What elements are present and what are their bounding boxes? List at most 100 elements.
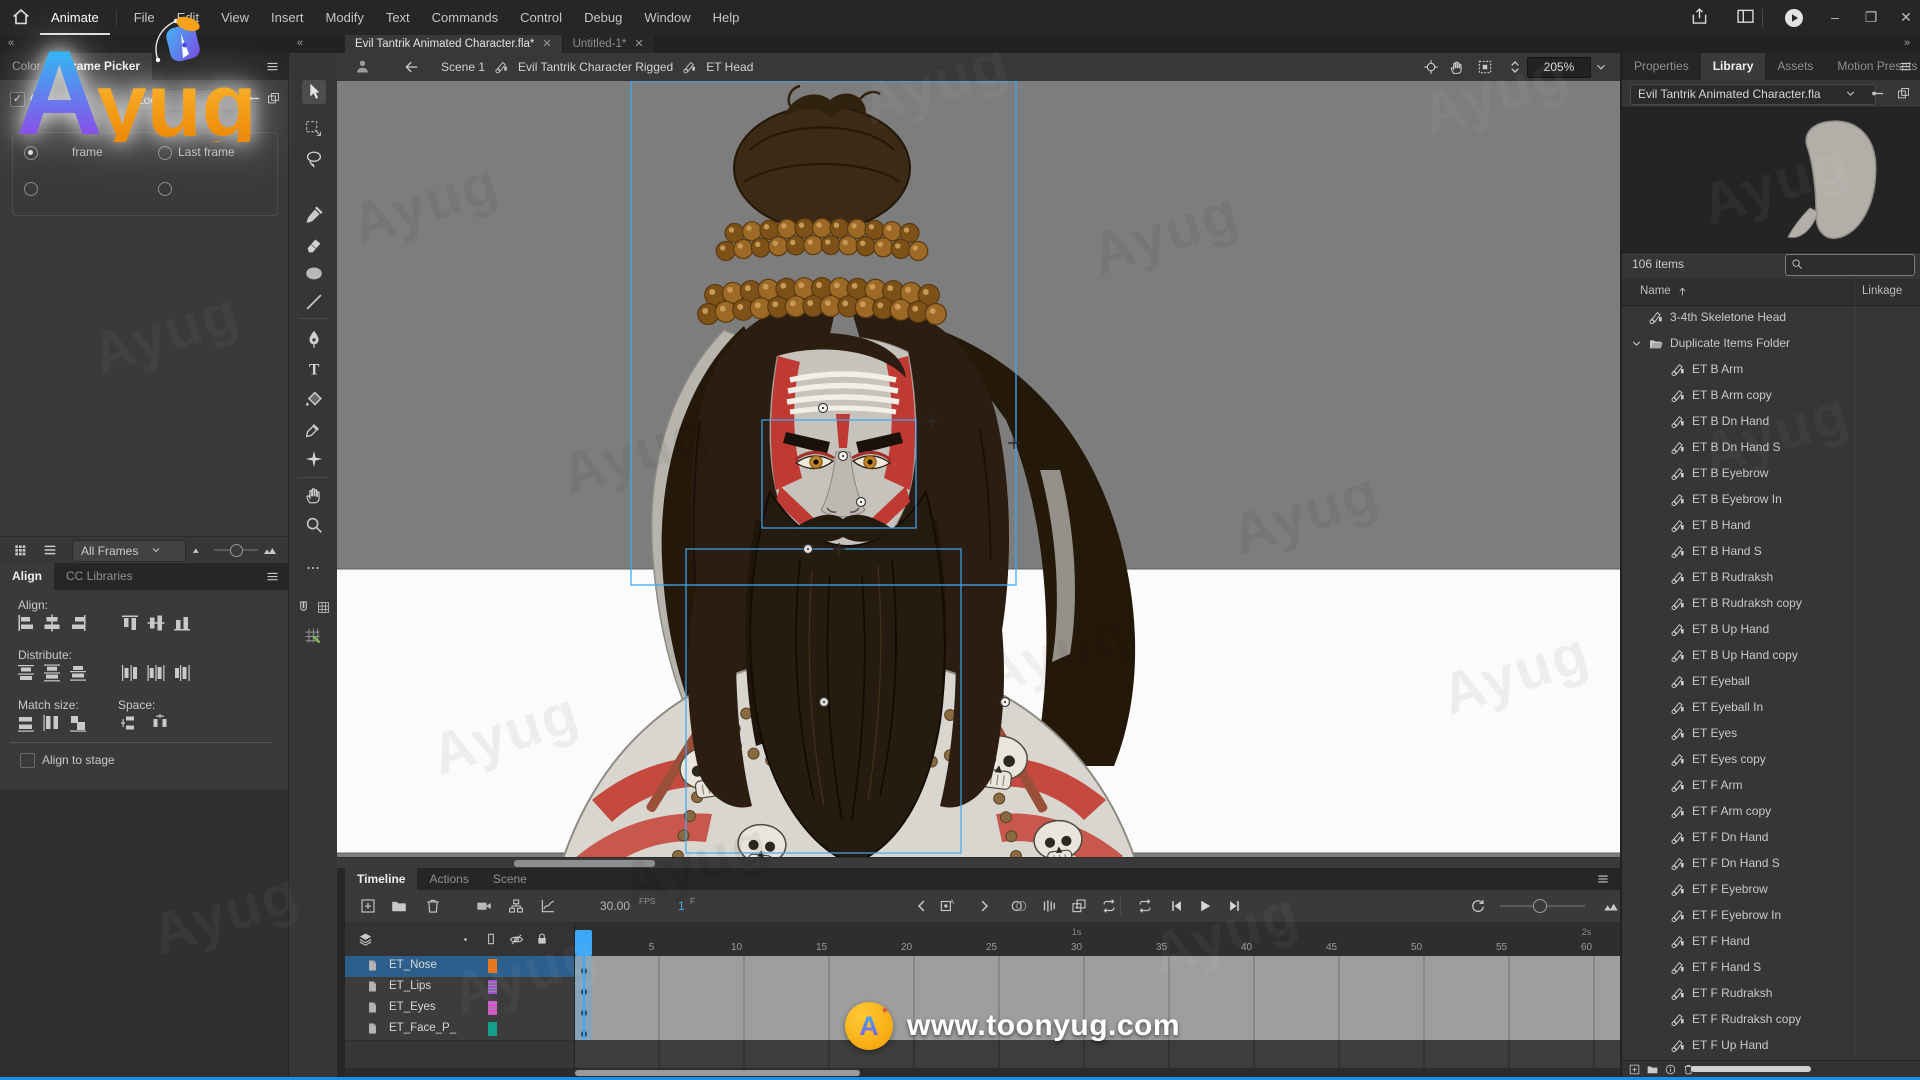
layer-frames-strip[interactable] (575, 956, 1620, 978)
new-library-panel-icon[interactable] (1896, 86, 1911, 101)
timeline-ruler[interactable]: 510152025303540455055601s2s (575, 922, 1620, 956)
pen-tool[interactable] (302, 327, 326, 351)
name-column-header[interactable]: Name (1640, 285, 1671, 297)
edit-symbols-icon[interactable] (353, 57, 372, 76)
edit-grid-icon[interactable] (302, 625, 323, 646)
layer-frames-strip[interactable] (575, 977, 1620, 999)
distribute-left-button[interactable] (118, 661, 142, 685)
library-item-row[interactable]: ET Eyes (1622, 721, 1920, 747)
scrollbar-thumb[interactable] (575, 1070, 860, 1076)
breadcrumb-item[interactable]: ET Head (706, 60, 753, 74)
layer-frames-strip[interactable] (575, 998, 1620, 1020)
tab-scene[interactable]: Scene (481, 868, 539, 890)
library-item-row[interactable]: ET B Up Hand (1622, 617, 1920, 643)
hand-tool[interactable] (302, 483, 326, 507)
play-button[interactable] (1196, 897, 1214, 915)
selection-tool[interactable] (302, 80, 326, 104)
close-tab-icon[interactable]: ✕ (634, 35, 643, 53)
library-item-row[interactable]: ET B Rudraksh copy (1622, 591, 1920, 617)
oval-tool[interactable] (302, 261, 326, 285)
step-back-button[interactable] (1167, 897, 1185, 915)
library-item-row[interactable]: ET F Hand S (1622, 955, 1920, 981)
auto-keyframe-button[interactable]: A (938, 897, 956, 915)
list-view-icon[interactable] (42, 542, 58, 558)
distribute-bottom-button[interactable] (66, 661, 90, 685)
center-stage-icon[interactable] (1422, 58, 1440, 76)
space-vertical-button[interactable] (118, 711, 142, 735)
align-bottom-button[interactable] (170, 611, 194, 635)
align-to-stage-checkbox[interactable] (20, 753, 35, 768)
paint-bucket-tool[interactable] (302, 387, 326, 411)
distribute-center-button[interactable] (144, 661, 168, 685)
add-camera-button[interactable] (475, 897, 493, 915)
brush-tool[interactable] (302, 203, 326, 227)
tab-frame-picker[interactable]: Frame Picker (53, 53, 152, 80)
document-tab[interactable]: Untitled-1*✕ (563, 35, 655, 53)
loop-select[interactable]: Loop (128, 89, 246, 111)
space-horizontal-button[interactable] (148, 711, 172, 735)
library-item-row[interactable]: Duplicate Items Folder (1622, 331, 1920, 357)
publish-play-icon[interactable] (1782, 6, 1806, 30)
step-forward-button[interactable] (1226, 897, 1244, 915)
tab-timeline[interactable]: Timeline (345, 868, 417, 890)
sort-arrow-up-icon[interactable] (1676, 285, 1689, 298)
timeline-zoom-fit-button[interactable] (1602, 897, 1620, 915)
library-item-row[interactable]: ET B Eyebrow (1622, 461, 1920, 487)
align-top-button[interactable] (118, 611, 142, 635)
layer-row-et_eyes[interactable]: ET_Eyes (345, 998, 575, 1020)
text-tool[interactable]: T (302, 357, 326, 381)
next-keyframe-button[interactable] (975, 897, 993, 915)
stage-viewport[interactable] (337, 81, 1620, 857)
share-icon[interactable] (1689, 6, 1710, 27)
layer-row-et_face_p_[interactable]: ET_Face_P_ (345, 1019, 575, 1041)
tab-color[interactable]: Color (0, 53, 53, 80)
library-item-row[interactable]: ET B Eyebrow In (1622, 487, 1920, 513)
expand-chevron-icon[interactable] (1630, 337, 1643, 350)
pin-library-icon[interactable] (1870, 86, 1885, 101)
workspace-icon[interactable] (1735, 6, 1756, 27)
library-item-row[interactable]: 3-4th Skeletone Head (1622, 305, 1920, 331)
zoom-chevron-icon[interactable] (1594, 60, 1608, 74)
thumbnail-large-icon[interactable] (262, 542, 278, 558)
zoom-level-input[interactable]: 205% (1527, 57, 1591, 78)
free-transform-tool[interactable] (302, 117, 326, 141)
zoom-tool[interactable] (302, 513, 326, 537)
new-folder-button[interactable] (390, 897, 408, 915)
modify-markers-button[interactable] (1100, 897, 1118, 915)
library-item-row[interactable]: ET F Rudraksh (1622, 981, 1920, 1007)
previous-keyframe-button[interactable] (913, 897, 931, 915)
close-tab-icon[interactable]: ✕ (542, 35, 551, 53)
library-item-row[interactable]: ET F Dn Hand (1622, 825, 1920, 851)
library-item-row[interactable]: ET F Arm copy (1622, 799, 1920, 825)
library-search-input[interactable] (1785, 254, 1915, 276)
frame-option-radio-3[interactable] (24, 182, 38, 196)
current-frame-value[interactable]: 1 (678, 899, 685, 913)
eyedropper-tool[interactable] (302, 417, 326, 441)
library-item-row[interactable]: ET F Rudraksh copy (1622, 1007, 1920, 1033)
distribute-middle-button[interactable] (40, 661, 64, 685)
lock-column-icon[interactable] (534, 931, 550, 947)
minimize-button[interactable]: – (1820, 0, 1850, 35)
library-item-row[interactable]: ET B Rudraksh (1622, 565, 1920, 591)
close-button[interactable]: ✕ (1891, 0, 1920, 35)
playhead-marker[interactable] (575, 930, 592, 956)
match-both-button[interactable] (66, 711, 90, 735)
graph-editor-button[interactable] (539, 897, 557, 915)
library-item-row[interactable]: ET F Dn Hand S (1622, 851, 1920, 877)
library-item-row[interactable]: ET B Hand (1622, 513, 1920, 539)
align-center-h-button[interactable] (40, 611, 64, 635)
layer-row-et_nose[interactable]: ET_Nose (345, 956, 575, 978)
snap-magnet-icon[interactable] (295, 599, 312, 616)
item-properties-icon[interactable] (1664, 1063, 1677, 1076)
library-item-row[interactable]: ET Eyeball (1622, 669, 1920, 695)
layer-frames-strip[interactable] (575, 1019, 1620, 1041)
align-right-button[interactable] (66, 611, 90, 635)
breadcrumb-item[interactable]: Evil Tantrik Character Rigged (518, 60, 673, 74)
asset-warp-tool[interactable] (302, 447, 326, 471)
tab-properties[interactable]: Properties (1622, 53, 1701, 80)
library-item-row[interactable]: ET Eyeball In (1622, 695, 1920, 721)
document-tab[interactable]: Evil Tantrik Animated Character.fla*✕ (345, 35, 563, 53)
tab-actions[interactable]: Actions (417, 868, 480, 890)
layer-highlight-dot-icon[interactable] (459, 933, 472, 946)
frames-filter-select[interactable]: All Frames (72, 540, 186, 562)
